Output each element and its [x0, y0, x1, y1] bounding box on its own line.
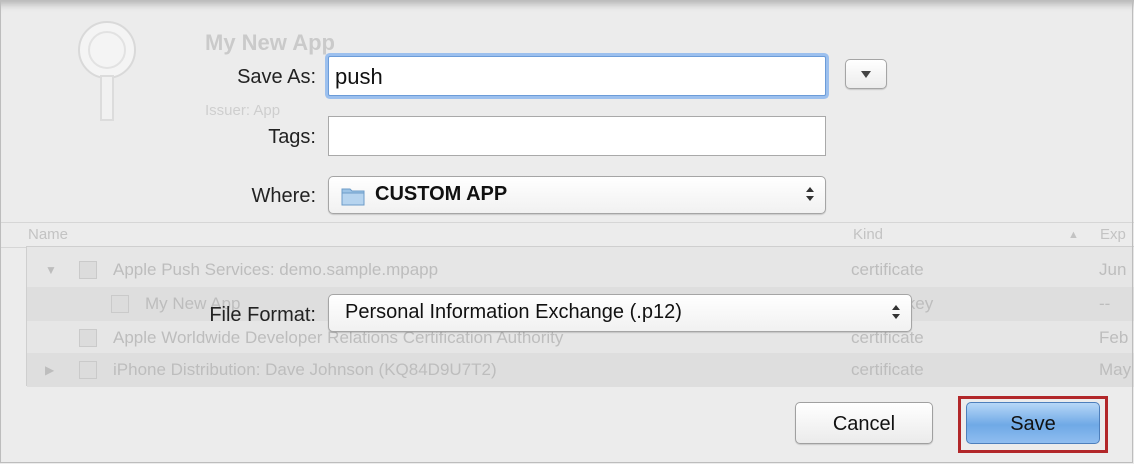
disclosure-triangle-icon: ▼	[45, 263, 57, 277]
row-kind: certificate	[851, 260, 924, 279]
chevron-down-icon	[861, 71, 871, 78]
file-format-label: File Format:	[209, 304, 316, 326]
background-subtitle: Issuer: App	[205, 102, 281, 119]
row-exp: --	[1099, 294, 1111, 313]
where-popup[interactable]: CUSTOM APP	[328, 176, 826, 214]
background-title: My New App	[205, 30, 335, 55]
save-dialog-sheet: My New App Issuer: App Name Kind ▲ Exp ▼…	[0, 0, 1134, 464]
file-format-value: Personal Information Exchange (.p12)	[345, 301, 682, 323]
certificate-icon	[78, 21, 136, 121]
file-format-popup[interactable]: Personal Information Exchange (.p12)	[328, 294, 912, 332]
updown-arrows-icon	[892, 305, 900, 319]
cert-row-icon	[79, 261, 97, 279]
row-exp: Jun	[1099, 260, 1127, 279]
list-header: Name Kind ▲ Exp	[0, 222, 1134, 248]
disclosure-triangle-icon: ▶	[45, 363, 55, 377]
where-value: CUSTOM APP	[375, 183, 508, 205]
sort-ascending-icon: ▲	[1068, 229, 1079, 241]
column-name-header: Name	[28, 226, 69, 243]
where-label: Where:	[251, 185, 316, 207]
column-expires-header: Exp	[1100, 226, 1126, 243]
tags-field[interactable]	[328, 116, 826, 156]
folder-icon	[341, 188, 365, 206]
cancel-button-label: Cancel	[832, 413, 896, 435]
row-exp: Feb	[1099, 328, 1129, 347]
updown-arrows-icon	[806, 187, 814, 201]
row-name: Apple Push Services: demo.sample.mpapp	[113, 260, 439, 279]
save-as-field[interactable]: push	[328, 56, 826, 96]
cert-row-icon	[79, 329, 97, 347]
cancel-button[interactable]: Cancel	[795, 402, 933, 444]
column-kind-header: Kind	[853, 226, 884, 243]
row-exp: May	[1099, 360, 1132, 379]
list-item: ▶ iPhone Distribution: Dave Johnson (KQ8…	[27, 353, 1134, 387]
list-item: ▼ Apple Push Services: demo.sample.mpapp…	[27, 253, 1134, 287]
cert-row-icon	[79, 361, 97, 379]
tags-label: Tags:	[268, 126, 316, 148]
row-name: iPhone Distribution: Dave Johnson (KQ84D…	[113, 360, 497, 379]
save-button[interactable]: Save	[966, 402, 1100, 444]
save-as-label: Save As:	[237, 66, 316, 88]
row-kind: certificate	[851, 360, 924, 379]
save-button-label: Save	[1010, 413, 1056, 435]
save-as-value: push	[335, 64, 383, 89]
expand-dialog-button[interactable]	[845, 59, 887, 89]
